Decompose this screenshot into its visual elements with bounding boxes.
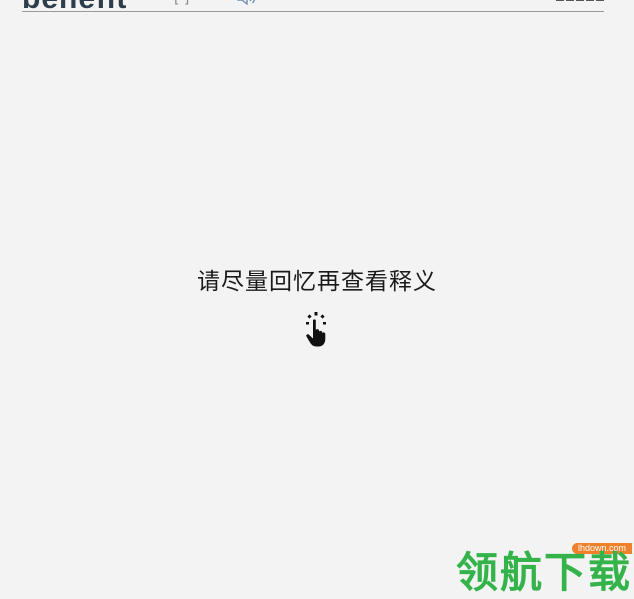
progress-indicator: [556, 0, 604, 1]
header-divider: [22, 11, 604, 12]
recall-prompt[interactable]: 请尽量回忆再查看释义: [0, 262, 634, 362]
phonetic-text: [ ]: [174, 0, 189, 6]
prompt-text: 请尽量回忆再查看释义: [197, 269, 437, 295]
word-review-screen: benefit [ ] 请尽量回忆再查看释义: [0, 0, 634, 599]
progress-box: [556, 0, 564, 1]
speaker-icon[interactable]: [236, 0, 258, 6]
progress-box: [586, 0, 594, 1]
watermark-text: 领航下载: [455, 548, 632, 597]
progress-box: [576, 0, 584, 1]
progress-box: [596, 0, 604, 1]
tap-hand-icon[interactable]: [302, 312, 332, 348]
progress-box: [566, 0, 574, 1]
watermark: lhdown.com 领航下载: [452, 543, 634, 599]
